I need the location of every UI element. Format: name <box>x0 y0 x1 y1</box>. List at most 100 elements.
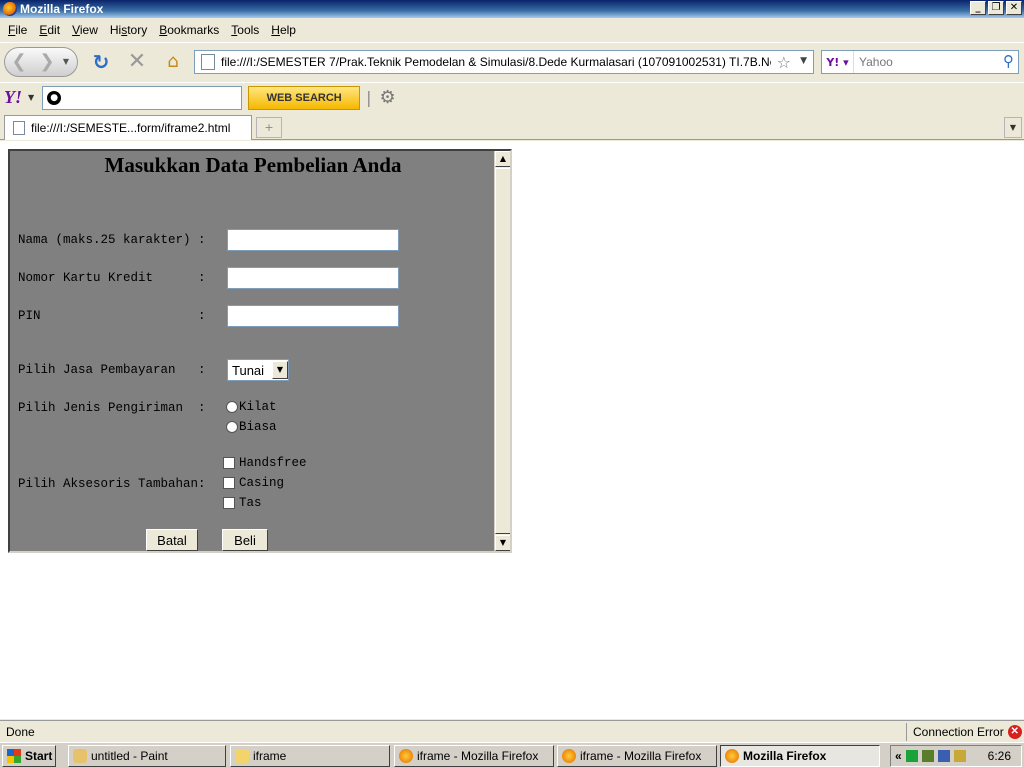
tab-list-icon[interactable]: ▼ <box>1004 117 1022 138</box>
window-controls: _ ❐ ✕ <box>970 1 1022 15</box>
paint-icon <box>73 749 87 763</box>
search-bar[interactable]: Y! ▾ Yahoo ⚲ <box>821 50 1019 74</box>
pin-input[interactable] <box>227 305 399 327</box>
batal-button[interactable]: Batal <box>146 529 198 551</box>
task-firefox-iframe-2[interactable]: iframe - Mozilla Firefox <box>557 745 717 767</box>
yahoo-search-input[interactable]: ● <box>42 85 243 110</box>
menu-file[interactable]: File <box>2 23 33 37</box>
scroll-down-icon[interactable]: ▼ <box>495 535 510 551</box>
task-paint[interactable]: untitled - Paint <box>68 745 226 767</box>
form-title: Masukkan Data Pembelian Anda <box>104 153 402 177</box>
search-icon[interactable]: ⚲ <box>1003 52 1014 70</box>
start-button[interactable]: Start <box>2 744 56 767</box>
task-folder-iframe[interactable]: iframe <box>230 745 390 767</box>
menu-help[interactable]: Help <box>265 23 302 37</box>
bookmark-star-icon[interactable]: ☆ <box>777 53 791 72</box>
taskbar: Start untitled - Paint iframe iframe - M… <box>0 742 1024 768</box>
label-jasa: Pilih Jasa Pembayaran : <box>18 363 206 377</box>
scroll-thumb[interactable] <box>495 168 510 534</box>
checkbox-casing[interactable]: Casing <box>223 476 284 490</box>
menu-bookmarks[interactable]: Bookmarks <box>153 23 225 37</box>
checkbox[interactable] <box>223 457 235 469</box>
radio-button[interactable] <box>226 421 238 433</box>
iframe-scrollbar[interactable]: ▲ ▼ <box>494 151 510 551</box>
close-button[interactable]: ✕ <box>1006 1 1022 15</box>
firefox-icon <box>562 749 576 763</box>
folder-icon <box>235 749 249 763</box>
url-dropdown-icon[interactable]: ▼ <box>800 56 807 66</box>
status-bar: Done Connection Error ✕ <box>0 720 1024 742</box>
scroll-up-icon[interactable]: ▲ <box>495 151 510 167</box>
jasa-selected-value: Tunai <box>232 362 265 378</box>
tab-iframe2[interactable]: file:///I:/SEMESTE...form/iframe2.html <box>4 115 252 140</box>
page-content: Masukkan Data Pembelian Anda Nama (maks.… <box>0 141 1024 719</box>
url-text: file:///I:/SEMESTER 7/Prak.Teknik Pemode… <box>221 55 771 69</box>
checkbox-handsfree[interactable]: Handsfree <box>223 456 307 470</box>
kartu-kredit-input[interactable] <box>227 267 399 289</box>
checkbox[interactable] <box>223 477 235 489</box>
chevron-left-icon[interactable]: « <box>895 749 902 763</box>
minimize-button[interactable]: _ <box>970 1 986 15</box>
back-icon[interactable]: ❮ <box>5 51 33 72</box>
yahoo-engine-icon[interactable]: Y! ▾ <box>822 51 854 73</box>
task-firefox-active[interactable]: Mozilla Firefox <box>720 745 880 767</box>
yahoo-dropdown-icon[interactable]: ▼ <box>28 93 34 102</box>
navigation-toolbar: ❮ ❯ ▼ ↻ ✕ ⌂ file:///I:/SEMESTER 7/Prak.T… <box>0 42 1024 80</box>
radio-button[interactable] <box>226 401 238 413</box>
toolbar-separator: | <box>366 88 372 107</box>
radio-kilat[interactable]: Kilat <box>226 400 277 414</box>
tray-icon-network[interactable] <box>921 750 934 762</box>
gear-icon[interactable]: ⚙ <box>380 87 396 108</box>
windows-logo-icon <box>7 748 21 763</box>
checkbox[interactable] <box>223 497 235 509</box>
radio-biasa[interactable]: Biasa <box>226 420 277 434</box>
connection-status[interactable]: Connection Error ✕ <box>906 723 1022 741</box>
menu-bar: File Edit View History Bookmarks Tools H… <box>0 19 1024 41</box>
status-text: Done <box>6 724 35 739</box>
restore-button[interactable]: ❐ <box>988 1 1004 15</box>
firefox-icon <box>725 749 739 763</box>
menu-view[interactable]: View <box>66 23 104 37</box>
firefox-icon <box>399 749 413 763</box>
checkbox-tas[interactable]: Tas <box>223 496 262 510</box>
nama-input[interactable] <box>227 229 399 251</box>
error-icon: ✕ <box>1007 725 1022 739</box>
label-aksesoris: Pilih Aksesoris Tambahan: <box>18 477 206 491</box>
web-search-button[interactable]: WEB SEARCH <box>248 85 361 110</box>
yahoo-search-icon: ● <box>47 90 62 105</box>
stop-icon[interactable]: ✕ <box>124 49 150 75</box>
tray-icon-usb[interactable] <box>937 750 950 762</box>
page-icon <box>13 121 25 135</box>
reload-icon[interactable]: ↻ <box>88 49 114 75</box>
forward-icon[interactable]: ❯ <box>33 51 61 72</box>
label-pin: PIN : <box>18 309 206 323</box>
url-bar[interactable]: file:///I:/SEMESTER 7/Prak.Teknik Pemode… <box>194 50 814 74</box>
home-icon[interactable]: ⌂ <box>160 49 186 75</box>
page-icon <box>201 54 215 70</box>
chevron-down-icon[interactable]: ▼ <box>272 361 288 379</box>
task-firefox-iframe-1[interactable]: iframe - Mozilla Firefox <box>394 745 554 767</box>
menu-edit[interactable]: Edit <box>33 23 66 37</box>
clock[interactable]: 6:26 <box>988 749 1011 763</box>
yahoo-toolbar: Y! ▼ ● WEB SEARCH | ⚙ <box>0 82 1024 112</box>
menu-history[interactable]: History <box>104 23 153 37</box>
menu-tools[interactable]: Tools <box>225 23 265 37</box>
tab-bar: file:///I:/SEMESTE...form/iframe2.html +… <box>0 113 1024 140</box>
new-tab-button[interactable]: + <box>256 117 282 138</box>
window-title: Mozilla Firefox <box>20 2 104 16</box>
label-kartu: Nomor Kartu Kredit : <box>18 271 206 285</box>
jasa-pembayaran-select[interactable]: Tunai ▼ <box>227 359 289 381</box>
tray-icon-green[interactable] <box>905 750 918 762</box>
system-tray: « 6:26 <box>890 745 1022 767</box>
iframe-form: Masukkan Data Pembelian Anda Nama (maks.… <box>8 149 512 553</box>
history-dropdown-icon[interactable]: ▼ <box>61 57 71 66</box>
label-jenis: Pilih Jenis Pengiriman : <box>18 401 206 415</box>
firefox-icon <box>3 2 17 16</box>
label-nama: Nama (maks.25 karakter) : <box>18 233 206 247</box>
beli-button[interactable]: Beli <box>222 529 268 551</box>
yahoo-logo[interactable]: Y! <box>4 87 22 108</box>
tab-label: file:///I:/SEMESTE...form/iframe2.html <box>31 121 231 135</box>
tray-icon-monitor[interactable] <box>953 750 966 762</box>
window-title-bar: Mozilla Firefox _ ❐ ✕ <box>0 0 1024 18</box>
search-placeholder: Yahoo <box>859 55 893 69</box>
